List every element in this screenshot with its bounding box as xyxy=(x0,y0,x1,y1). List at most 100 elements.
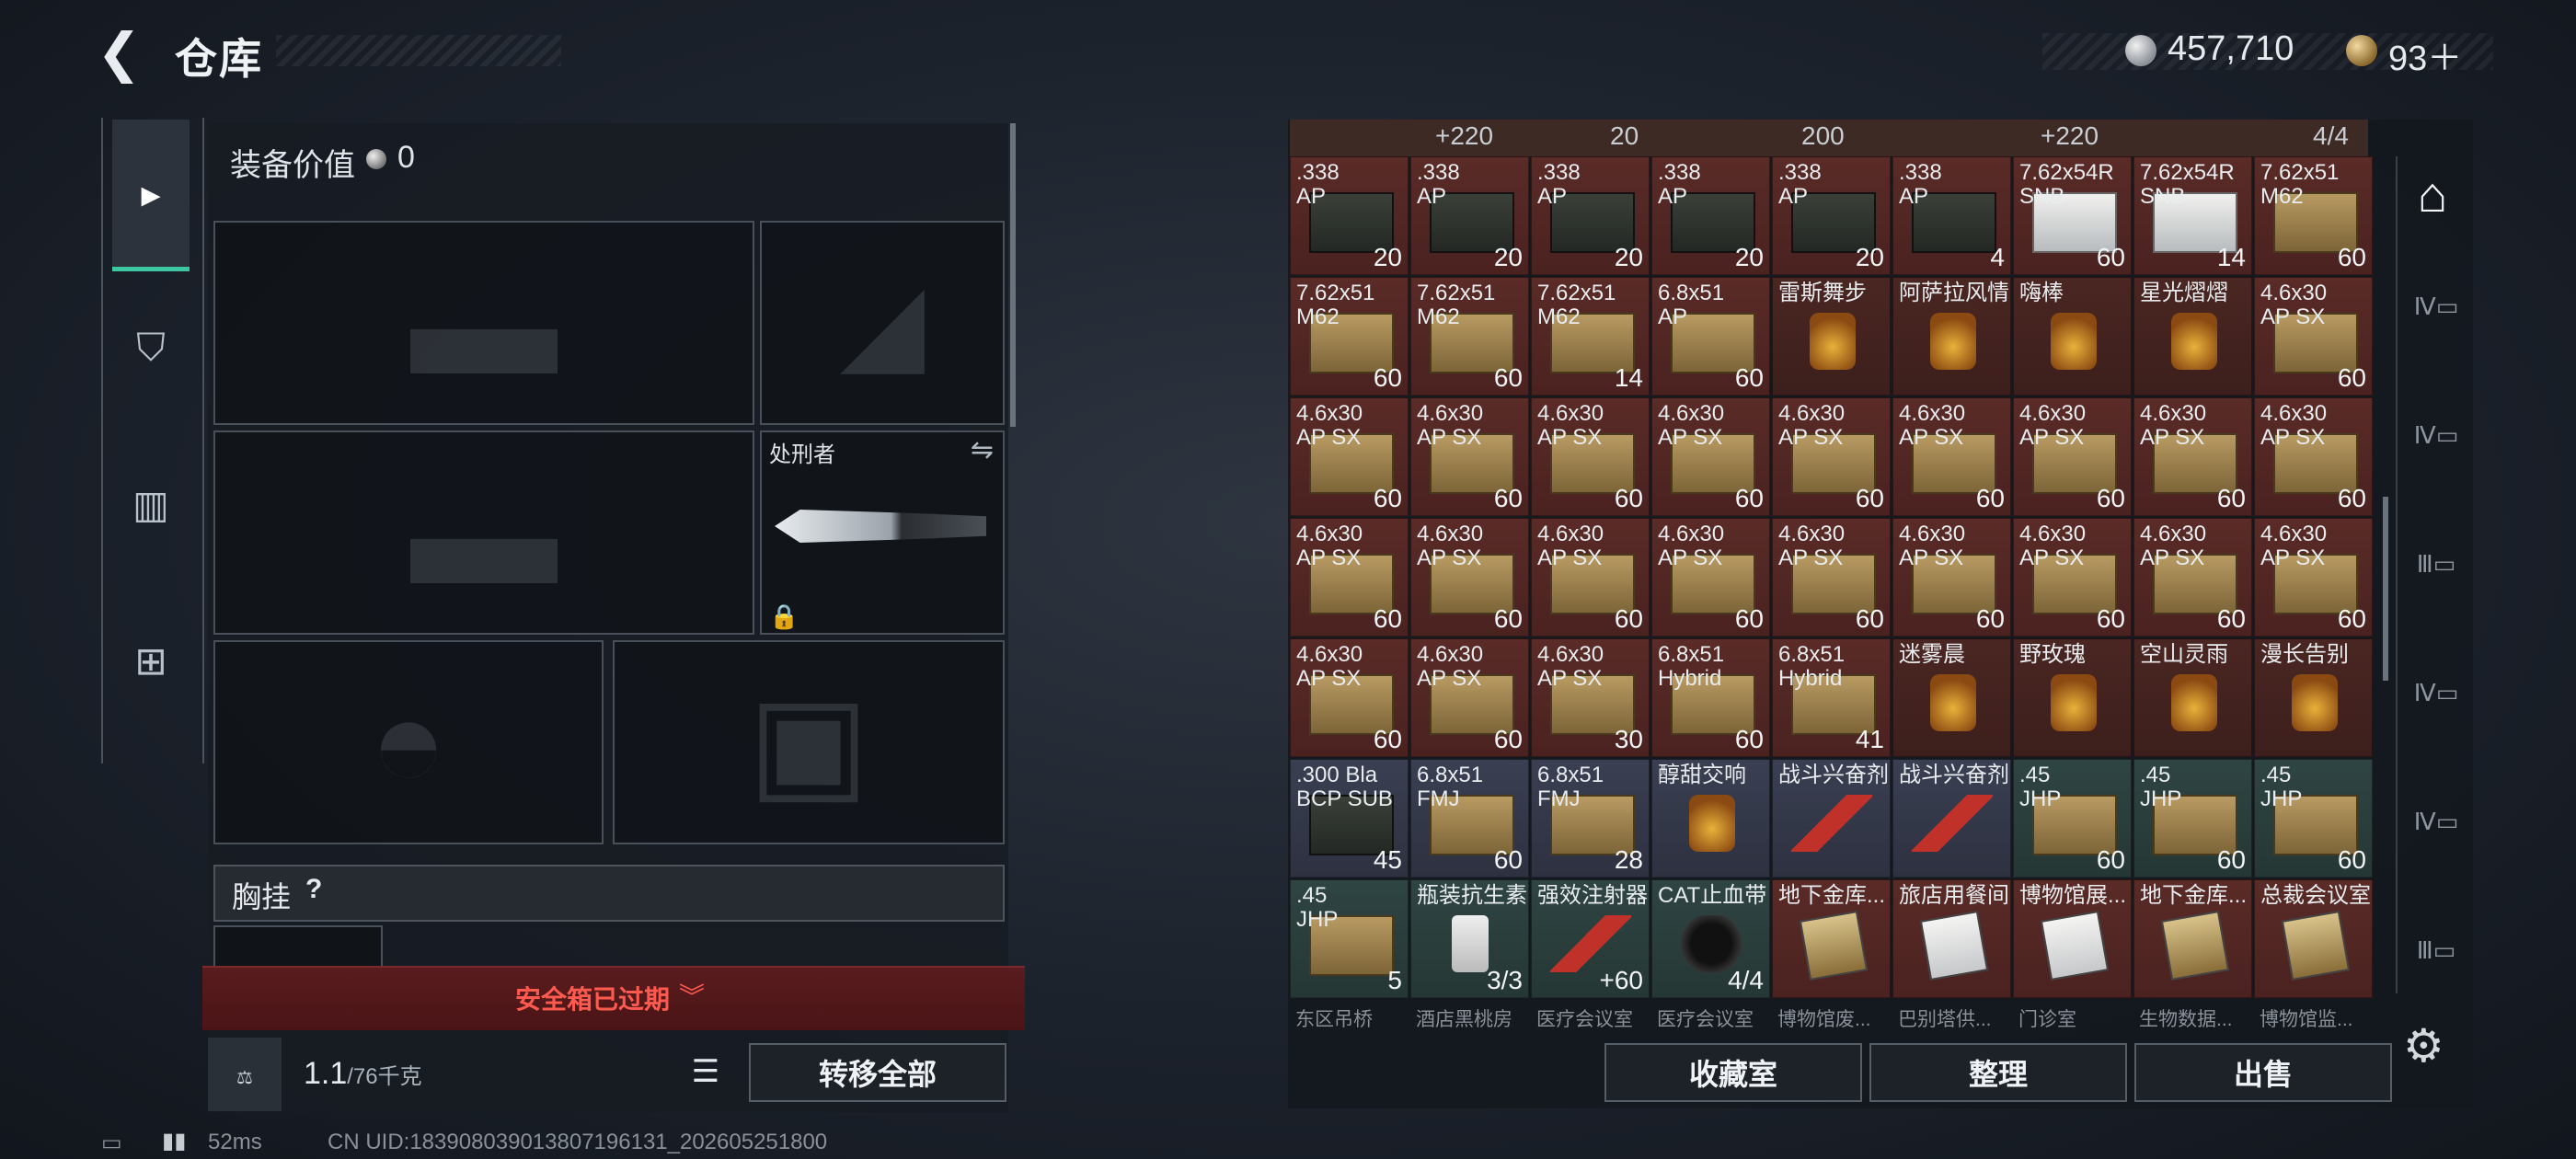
nav-weapon-pistol-icon[interactable]: ▸ xyxy=(112,120,190,271)
transfer-all-button[interactable]: 转移全部 xyxy=(749,1043,1006,1102)
storage-item-cell[interactable]: 嗨棒 xyxy=(2013,277,2132,396)
nav-toolbox-icon[interactable]: ⊞ xyxy=(112,587,190,734)
storage-item-cell[interactable]: 地下金库... xyxy=(2133,879,2252,998)
storage-item-cell[interactable]: 6.8x51 AP 60 xyxy=(1651,277,1770,396)
vest-slot[interactable] xyxy=(213,925,383,968)
sell-button[interactable]: 出售 xyxy=(2134,1043,2392,1102)
storage-item-cell[interactable]: .338 AP 20 xyxy=(1772,156,1891,275)
storage-item-cell[interactable]: .300 Bla BCP SUB 45 xyxy=(1290,759,1409,878)
secondary-weapon-slot[interactable]: ▬ xyxy=(213,430,754,635)
back-arrow-icon[interactable]: ❮ xyxy=(97,26,152,81)
storage-item-cell[interactable]: 4.6x30 AP SX 60 xyxy=(1290,518,1409,637)
storage-item-cell[interactable]: 野玫瑰 xyxy=(2013,638,2132,757)
storage-item-cell[interactable]: .338 AP 20 xyxy=(1531,156,1650,275)
storage-page-4-icon[interactable]: Ⅳ▭ xyxy=(2401,808,2471,863)
gold-currency-value[interactable]: 93＋ xyxy=(2388,29,2462,80)
storage-item-cell[interactable]: 7.62x54R SNB 60 xyxy=(2013,156,2132,275)
storage-item-cell[interactable]: .45 JHP 60 xyxy=(2013,759,2132,878)
storage-item-cell[interactable]: 4.6x30 AP SX 60 xyxy=(2013,518,2132,637)
storage-item-cell[interactable]: 4.6x30 AP SX 60 xyxy=(2254,397,2373,516)
storage-item-cell[interactable]: .45 JHP 60 xyxy=(2133,759,2252,878)
storage-item-cell[interactable]: 瓶装抗生素 3/3 xyxy=(1410,879,1529,998)
storage-item-cell[interactable]: .338 AP 20 xyxy=(1410,156,1529,275)
storage-item-cell[interactable]: 4.6x30 AP SX 60 xyxy=(1410,638,1529,757)
pistol-slot[interactable]: ◢ xyxy=(760,221,1005,425)
equipment-scrollbar[interactable] xyxy=(1010,123,1016,427)
storage-item-cell[interactable]: 醇甜交响 xyxy=(1651,759,1770,878)
list-view-icon[interactable]: ☰ xyxy=(683,1049,729,1095)
storage-page-3-icon[interactable]: Ⅲ▭ xyxy=(2401,936,2471,992)
item-count: 60 xyxy=(2096,845,2125,874)
storage-item-cell[interactable]: 4.6x30 AP SX 60 xyxy=(1410,397,1529,516)
nav-vest-icon[interactable]: ▥ xyxy=(112,430,190,578)
storage-item-cell[interactable]: 阿萨拉风情 xyxy=(1892,277,2011,396)
storage-item-cell[interactable]: 强效注射器 +60 xyxy=(1531,879,1650,998)
storage-item-cell[interactable]: 7.62x51 M62 60 xyxy=(1290,277,1409,396)
storage-item-cell[interactable]: 星光熠熠 xyxy=(2133,277,2252,396)
storage-item-cell[interactable]: CAT止血带 4/4 xyxy=(1651,879,1770,998)
storage-item-cell[interactable]: 4.6x30 AP SX 60 xyxy=(1772,397,1891,516)
storage-item-cell[interactable]: 4.6x30 AP SX 60 xyxy=(1651,518,1770,637)
vest-help-icon[interactable]: ? xyxy=(305,874,322,905)
storage-item-cell[interactable]: 4.6x30 AP SX 60 xyxy=(2013,397,2132,516)
storage-page-4-icon[interactable]: Ⅳ▭ xyxy=(2401,679,2471,734)
collection-room-button[interactable]: 收藏室 xyxy=(1604,1043,1862,1102)
storage-item-cell[interactable]: 4.6x30 AP SX 60 xyxy=(1290,638,1409,757)
storage-item-cell[interactable]: 战斗兴奋剂 xyxy=(1892,759,2011,878)
storage-item-cell[interactable]: 4.6x30 AP SX 60 xyxy=(1892,518,2011,637)
storage-item-cell[interactable]: 4.6x30 AP SX 60 xyxy=(2254,277,2373,396)
nav-backpack-icon[interactable]: ⛉ xyxy=(112,274,190,421)
storage-item-cell[interactable]: 4.6x30 AP SX 60 xyxy=(1892,397,2011,516)
sort-button[interactable]: 整理 xyxy=(1869,1043,2127,1102)
storage-item-cell[interactable]: 4.6x30 AP SX 60 xyxy=(2133,397,2252,516)
storage-item-cell[interactable]: 博物馆展... xyxy=(2013,879,2132,998)
storage-item-cell[interactable]: .338 AP 20 xyxy=(1290,156,1409,275)
item-name: 漫长告别 xyxy=(2260,642,2349,667)
storage-item-cell[interactable]: 漫长告别 xyxy=(2254,638,2373,757)
storage-item-cell[interactable]: 6.8x51 Hybrid 41 xyxy=(1772,638,1891,757)
storage-page-4-icon[interactable]: Ⅳ▭ xyxy=(2401,421,2471,476)
storage-item-cell[interactable]: 6.8x51 FMJ 60 xyxy=(1410,759,1529,878)
storage-item-cell[interactable]: 雷斯舞步 xyxy=(1772,277,1891,396)
storage-item-cell[interactable]: 4.6x30 AP SX 60 xyxy=(1531,518,1650,637)
armor-slot[interactable]: ▣ xyxy=(613,640,1005,844)
storage-item-cell[interactable]: 战斗兴奋剂 xyxy=(1772,759,1891,878)
storage-item-cell[interactable]: 4.6x30 AP SX 60 xyxy=(2254,518,2373,637)
storage-item-cell[interactable]: 迷雾晨 xyxy=(1892,638,2011,757)
storage-item-cell[interactable]: 旅店用餐间 xyxy=(1892,879,2011,998)
storage-item-cell[interactable]: 4.6x30 AP SX 30 xyxy=(1531,638,1650,757)
item-name: 4.6x30 AP SX xyxy=(1417,642,1484,691)
item-count: 60 xyxy=(1734,604,1764,633)
storage-item-cell[interactable]: .45 JHP 5 xyxy=(1290,879,1409,998)
storage-item-cell[interactable]: 空山灵雨 xyxy=(2133,638,2252,757)
storage-page-4-icon[interactable]: Ⅳ▭ xyxy=(2401,293,2471,348)
storage-item-cell[interactable]: .338 AP 4 xyxy=(1892,156,2011,275)
storage-item-cell[interactable]: 7.62x54R SNB 14 xyxy=(2133,156,2252,275)
storage-item-cell[interactable]: .338 AP 20 xyxy=(1651,156,1770,275)
storage-page-3-icon[interactable]: Ⅲ▭ xyxy=(2401,550,2471,605)
storage-item-cell[interactable]: .45 JHP 60 xyxy=(2254,759,2373,878)
storage-scrollbar[interactable] xyxy=(2383,497,2388,681)
storage-item-cell[interactable]: 4.6x30 AP SX 60 xyxy=(1651,397,1770,516)
storage-item-cell[interactable]: 4.6x30 AP SX 60 xyxy=(1772,518,1891,637)
chevron-down-icon[interactable]: ︾ xyxy=(679,977,705,1014)
storage-item-cell[interactable]: 4.6x30 AP SX 60 xyxy=(1290,397,1409,516)
storage-item-cell[interactable]: 4.6x30 AP SX 60 xyxy=(1531,397,1650,516)
storage-item-cell[interactable]: 7.62x51 M62 60 xyxy=(2254,156,2373,275)
primary-weapon-slot[interactable]: ▬ xyxy=(213,221,754,425)
swap-icon[interactable]: ⇋ xyxy=(971,434,994,466)
storage-item-cell[interactable]: 总裁会议室 xyxy=(2254,879,2373,998)
storage-item-cell[interactable]: 7.62x51 M62 14 xyxy=(1531,277,1650,396)
storage-item-cell[interactable]: 6.8x51 Hybrid 60 xyxy=(1651,638,1770,757)
melee-slot[interactable]: 处刑者 ⇋ 🔒 xyxy=(760,430,1005,635)
storage-item-cell[interactable]: 4.6x30 AP SX 60 xyxy=(2133,518,2252,637)
helmet-slot[interactable]: ◓ xyxy=(213,640,604,844)
storage-item-cell[interactable]: 4.6x30 AP SX 60 xyxy=(1410,518,1529,637)
item-name: 嗨棒 xyxy=(2019,281,2064,305)
safe-box-status: 安全箱已过期 xyxy=(515,985,671,1014)
storage-item-cell[interactable]: 6.8x51 FMJ 28 xyxy=(1531,759,1650,878)
storage-item-cell[interactable]: 7.62x51 M62 60 xyxy=(1410,277,1529,396)
gear-icon[interactable]: ⚙ xyxy=(2403,1019,2444,1073)
storage-item-cell[interactable]: 地下金库... xyxy=(1772,879,1891,998)
storage-home-icon[interactable]: ⌂ xyxy=(2403,166,2462,224)
